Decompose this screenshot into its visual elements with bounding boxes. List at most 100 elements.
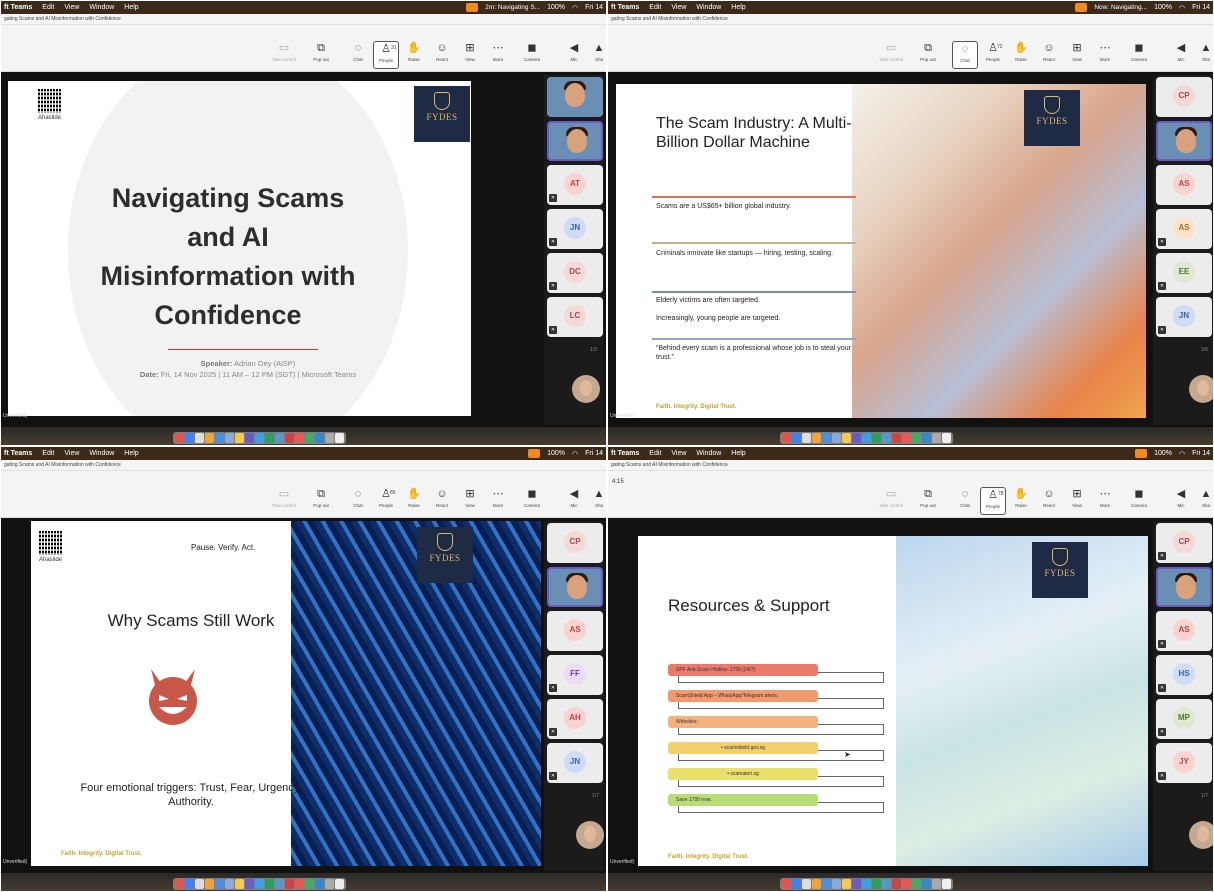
more-button[interactable]: ⋯ More [485,487,511,515]
dock-app-icon[interactable] [325,879,334,889]
wifi-icon[interactable]: ◠ [1179,450,1185,458]
dock-app-icon[interactable] [185,433,194,443]
participant-tile[interactable]: LC ✕ [547,297,603,337]
dock-app-icon[interactable] [882,879,891,889]
participant-tile[interactable]: JN ✕ [547,209,603,249]
dock-app-icon[interactable] [295,433,304,443]
share-button[interactable]: ▲ Sha [1196,41,1213,69]
clock[interactable]: Fri 14 [585,450,603,457]
wifi-icon[interactable]: ◠ [572,4,578,12]
view-button[interactable]: ⊞ View [1064,487,1090,515]
menu-help[interactable]: Help [124,4,138,11]
rail-pager[interactable]: 1/7 [592,793,599,799]
participant-tile[interactable]: CP [1156,77,1212,117]
dock-app-icon[interactable] [335,433,344,443]
dock-app-icon[interactable] [275,879,284,889]
wifi-icon[interactable]: ◠ [1179,4,1185,12]
more-button[interactable]: ⋯ More [485,41,511,69]
dock-app-icon[interactable] [802,879,811,889]
dock-app-icon[interactable] [195,879,204,889]
people-button[interactable]: ♙ 85 People [373,487,399,515]
dock-app-icon[interactable] [792,879,801,889]
dock-app-icon[interactable] [185,879,194,889]
people-button[interactable]: ♙ 72 People [980,41,1006,69]
dock-app-icon[interactable] [922,433,931,443]
dock-app-icon[interactable] [255,433,264,443]
dock-app-icon[interactable] [932,879,941,889]
dock-app-icon[interactable] [882,433,891,443]
menu-edit[interactable]: Edit [42,450,54,457]
pop-out-button[interactable]: ⧉ Pop out [308,487,334,515]
menu-view[interactable]: View [64,4,79,11]
participant-tile[interactable]: CP [547,523,603,563]
participant-video-2[interactable] [547,121,603,161]
dock-app-icon[interactable] [305,433,314,443]
participant-tile[interactable]: AH ✕ [547,699,603,739]
menu-window[interactable]: Window [89,4,114,11]
participant-tile[interactable]: JN ✕ [1156,297,1212,337]
take-control-button[interactable]: ▭ Take control [878,487,904,515]
recording-icon[interactable] [1075,3,1088,12]
more-button[interactable]: ⋯ More [1092,487,1118,515]
dock-app-icon[interactable] [872,433,881,443]
participant-tile[interactable]: EE ✕ [1156,253,1212,293]
camera-button[interactable]: ◼ Camera [1126,41,1152,69]
dock-app-icon[interactable] [215,879,224,889]
participant-tile[interactable]: MP ✕ [1156,699,1212,739]
take-control-button[interactable]: ▭ Take control [271,41,297,69]
dock-app-icon[interactable] [195,433,204,443]
menu-help[interactable]: Help [731,4,745,11]
react-button[interactable]: ☺ React [429,487,455,515]
dock-app-icon[interactable] [892,433,901,443]
dock-app-icon[interactable] [245,433,254,443]
dock-app-icon[interactable] [892,879,901,889]
camera-button[interactable]: ◼ Camera [519,41,545,69]
take-control-button[interactable]: ▭ Take control [271,487,297,515]
dock-app-icon[interactable] [335,879,344,889]
camera-button[interactable]: ◼ Camera [519,487,545,515]
view-button[interactable]: ⊞ View [457,487,483,515]
dock-app-icon[interactable] [912,879,921,889]
rail-pager[interactable]: 1/3 [590,347,597,353]
react-button[interactable]: ☺ React [1036,41,1062,69]
recording-icon[interactable] [1135,449,1148,458]
dock-app-icon[interactable] [205,433,214,443]
dock-app-icon[interactable] [225,433,234,443]
chat-button[interactable]: ◌ Chat [345,487,371,515]
dock-app-icon[interactable] [782,879,791,889]
participant-tile[interactable]: AS [547,611,603,651]
dock-app-icon[interactable] [922,879,931,889]
dock-app-icon[interactable] [315,433,324,443]
dock-app-icon[interactable] [802,433,811,443]
participant-video[interactable] [1156,121,1212,161]
share-button[interactable]: ▲ Sha [589,41,606,69]
participant-tile[interactable]: JY ✕ [1156,743,1212,783]
participant-tile[interactable]: AT ✕ [547,165,603,205]
menu-app-name[interactable]: ft Teams [4,450,32,457]
raise-hand-button[interactable]: ✋ Raise [1008,487,1034,515]
meeting-chip[interactable]: 2m: Navigating S... [485,4,540,11]
participant-video[interactable] [1156,567,1212,607]
dock-app-icon[interactable] [902,433,911,443]
dock-app-icon[interactable] [255,879,264,889]
raise-hand-button[interactable]: ✋ Raise [1008,41,1034,69]
react-button[interactable]: ☺ React [1036,487,1062,515]
dock-app-icon[interactable] [235,433,244,443]
pop-out-button[interactable]: ⧉ Pop out [915,487,941,515]
dock-app-icon[interactable] [275,433,284,443]
menu-edit[interactable]: Edit [649,4,661,11]
menu-window[interactable]: Window [696,450,721,457]
react-button[interactable]: ☺ React [429,41,455,69]
dock-app-icon[interactable] [902,879,911,889]
self-view[interactable] [576,821,604,849]
self-view[interactable] [1189,821,1213,849]
dock-app-icon[interactable] [832,879,841,889]
raise-hand-button[interactable]: ✋ Raise [401,41,427,69]
dock-app-icon[interactable] [942,879,951,889]
dock-app-icon[interactable] [862,879,871,889]
menu-help[interactable]: Help [731,450,745,457]
dock-app-icon[interactable] [265,433,274,443]
view-button[interactable]: ⊞ View [457,41,483,69]
participant-tile[interactable]: AS ✕ [1156,209,1212,249]
dock-app-icon[interactable] [832,433,841,443]
